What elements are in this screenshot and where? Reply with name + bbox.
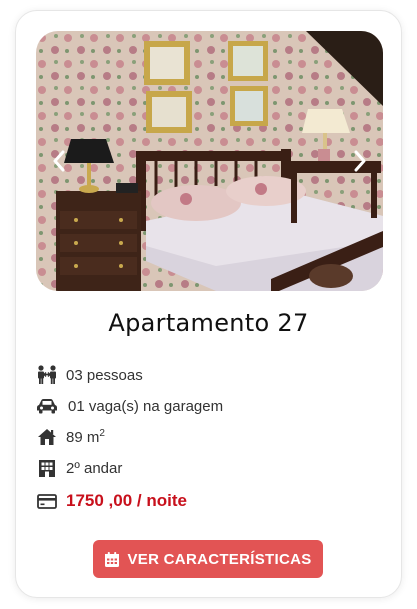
- price-text: 1750 ,00 / noite: [66, 491, 187, 510]
- area-unit-superscript: 2: [99, 427, 105, 439]
- chevron-right-icon: [354, 150, 366, 172]
- car-icon: [36, 395, 58, 417]
- area-value: 89 m: [66, 428, 100, 446]
- feature-parking: 01 vaga(s) na garagem: [36, 395, 223, 417]
- people-icon: [36, 364, 58, 386]
- chevron-left-icon: [53, 150, 65, 172]
- feature-floor: 2º andar: [36, 457, 122, 479]
- apartment-photo-carousel[interactable]: [36, 31, 383, 291]
- view-features-label: VER CARACTERÍSTICAS: [127, 550, 312, 568]
- area-text: 89 m2: [66, 427, 105, 446]
- floor-text: 2º andar: [66, 459, 123, 477]
- view-features-button[interactable]: VER CARACTERÍSTICAS: [93, 540, 323, 578]
- feature-guests: 03 pessoas: [36, 364, 143, 386]
- calendar-icon: [104, 551, 120, 568]
- parking-text: 01 vaga(s) na garagem: [68, 397, 224, 415]
- bedroom-photo: [36, 31, 383, 291]
- listing-title: Apartamento 27: [108, 309, 309, 337]
- carousel-next-button[interactable]: [347, 146, 373, 176]
- listing-card: Apartamento 27 03 pessoas 01 vaga(s) na …: [15, 10, 402, 598]
- carousel-prev-button[interactable]: [46, 146, 72, 176]
- feature-price: 1750 ,00 / noite: [36, 490, 187, 512]
- house-icon: [36, 426, 58, 448]
- guests-text: 03 pessoas: [66, 366, 143, 384]
- building-icon: [36, 457, 58, 479]
- feature-area: 89 m2: [36, 426, 105, 448]
- credit-card-icon: [36, 490, 58, 512]
